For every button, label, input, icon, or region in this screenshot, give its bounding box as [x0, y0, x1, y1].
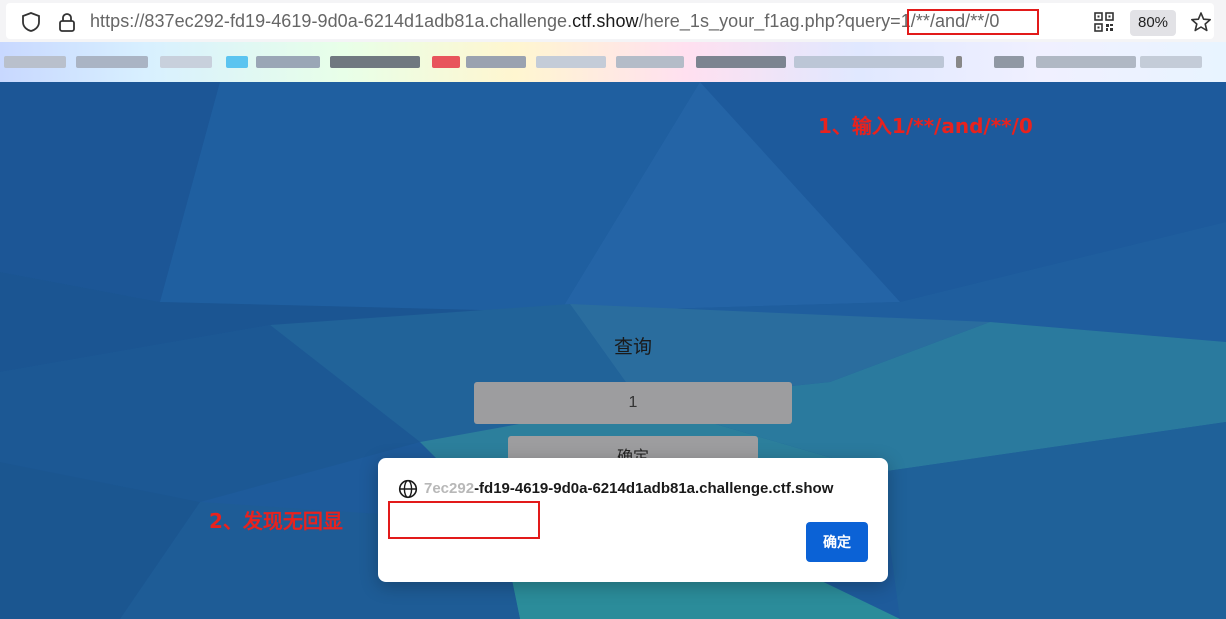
- bookmarks-bar: [0, 42, 1226, 82]
- lock-icon[interactable]: [56, 11, 78, 33]
- bookmark-item[interactable]: [432, 56, 460, 68]
- bookmark-item[interactable]: [1140, 56, 1202, 68]
- bookmark-item[interactable]: [4, 56, 66, 68]
- bookmark-item[interactable]: [76, 56, 148, 68]
- bookmark-item[interactable]: [466, 56, 526, 68]
- bookmark-item[interactable]: [1036, 56, 1136, 68]
- globe-icon: [398, 479, 418, 499]
- alert-origin: 7ec292-fd19-4619-9d0a-6214d1adb81a.chall…: [424, 480, 834, 497]
- empty-message-highlight: [388, 501, 540, 539]
- browser-toolbar: https://837ec292-fd19-4619-9d0a-6214d1ad…: [0, 0, 1226, 42]
- bookmark-item[interactable]: [696, 56, 786, 68]
- bookmark-item[interactable]: [536, 56, 606, 68]
- bookmark-item[interactable]: [994, 56, 1024, 68]
- bookmark-item[interactable]: [616, 56, 684, 68]
- annotation-step1: 1、输入1/**/and/**/0: [818, 114, 1033, 138]
- zoom-badge[interactable]: 80%: [1130, 10, 1176, 36]
- bookmark-item[interactable]: [226, 56, 248, 68]
- url-query-highlight: [907, 9, 1039, 35]
- bookmark-item[interactable]: [256, 56, 320, 68]
- url-text[interactable]: https://837ec292-fd19-4619-9d0a-6214d1ad…: [90, 11, 999, 32]
- annotation-step2: 2、发现无回显: [209, 509, 343, 533]
- alert-ok-button[interactable]: 确定: [806, 522, 868, 562]
- qr-code-icon[interactable]: [1094, 12, 1114, 32]
- bookmark-item[interactable]: [794, 56, 944, 68]
- bookmark-item[interactable]: [956, 56, 962, 68]
- shield-icon[interactable]: [20, 11, 42, 33]
- bookmark-item[interactable]: [330, 56, 420, 68]
- page-title: 查询: [613, 337, 652, 358]
- bookmark-item[interactable]: [160, 56, 212, 68]
- star-icon[interactable]: [1190, 11, 1212, 33]
- query-input[interactable]: [474, 382, 792, 424]
